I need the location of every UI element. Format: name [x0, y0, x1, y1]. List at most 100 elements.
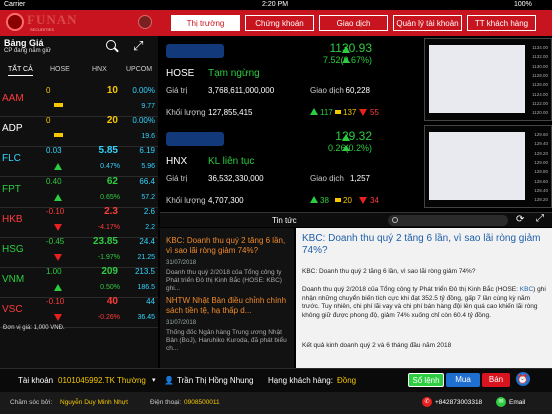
news-detail-lead: KBC: Doanh thu quý 2 tăng 6 lần, vì sao … — [302, 268, 476, 275]
last-price: 2.3 — [104, 205, 118, 217]
tab-account-management[interactable]: Quản lý tài khoản — [393, 15, 462, 31]
exchange-tabs: TẤT CẢ HOSE HNX UPCOM — [0, 60, 158, 80]
price-row[interactable]: VSC -0.10 40 -0.26% 44 36.45 — [0, 293, 158, 329]
status-bar: Carrier 2:20 PM 100% — [0, 0, 552, 10]
news-detail-footer: Kết quả kinh doanh quý 2 và 6 tháng đầu … — [302, 342, 452, 349]
hnx-index-value: 129.32 — [335, 129, 372, 143]
tab-securities[interactable]: Chứng khoán — [245, 15, 314, 31]
search-icon[interactable] — [106, 40, 116, 50]
brand-logo-icon — [6, 13, 24, 31]
tab-trading[interactable]: Giao dịch — [319, 15, 388, 31]
ceiling-price: 24.4 — [139, 237, 155, 246]
hnx-value: 36,532,330,000 — [208, 174, 264, 183]
account-number-select[interactable]: 0101045992.TK Thường — [58, 376, 146, 385]
hnx-intraday-chart[interactable]: 129.60 129.40 129.20 129.00 128.80 128.60 128.… — [424, 125, 552, 208]
chart-tick-label: 1120.00 — [532, 110, 548, 116]
change-percent: 0.47% — [100, 163, 120, 171]
news-ticker-link[interactable]: KBC — [520, 286, 533, 293]
stock-symbol: VSC — [2, 304, 23, 316]
tab-market[interactable]: Thị trường — [171, 15, 240, 31]
change-percent: -1.97% — [97, 254, 120, 261]
tier-value: Đồng — [337, 376, 357, 385]
email-link[interactable]: Email — [509, 399, 525, 406]
tab-all[interactable]: TẤT CẢ — [8, 66, 33, 76]
flat-bar-icon — [335, 110, 341, 114]
hose-status: Tạm ngừng — [208, 68, 260, 79]
hose-up-count: 117 — [320, 108, 333, 117]
hnx-index-button[interactable] — [166, 132, 224, 146]
last-price: 10 — [106, 85, 118, 96]
last-price: 23.85 — [92, 236, 118, 247]
vn-index-button[interactable] — [166, 44, 224, 58]
chart-area — [429, 45, 525, 113]
market-hose: 1130.93 7.52(0.67%) HOSE Tạm ngừng Giá t… — [160, 38, 422, 126]
hnx-down-count: 34 — [370, 196, 379, 205]
search-icon — [392, 217, 398, 223]
last-price: 20 — [106, 115, 118, 127]
chart-tick-label: 1128.00 — [532, 72, 548, 78]
chart-tick-label: 128.20 — [534, 197, 548, 203]
tab-upcom[interactable]: UPCOM — [126, 66, 152, 73]
price-change: -0.10 — [46, 206, 65, 216]
price-change: -0.10 — [46, 297, 65, 307]
hnx-value-label: Giá trị — [166, 174, 188, 183]
floor-price: 186.5 — [137, 284, 155, 292]
brand-subtitle: SECURITIES — [30, 27, 55, 32]
last-price: 209 — [101, 266, 118, 278]
price-change: -0.45 — [46, 237, 65, 246]
chart-tick-label: 129.00 — [534, 159, 548, 165]
stock-symbol: FPT — [2, 183, 21, 195]
price-board-subtitle[interactable]: CP đang nắm giữ — [4, 48, 51, 54]
ceiling-price: 0.00% — [132, 86, 155, 95]
order-book-button[interactable]: Sổ lệnh — [408, 373, 444, 387]
price-change: 0.40 — [46, 176, 62, 186]
chart-tick-label: 1130.00 — [532, 63, 548, 69]
phone-icon[interactable]: ✆ — [422, 397, 432, 407]
alarm-clock-icon[interactable]: ⏰ — [516, 372, 530, 386]
buy-button[interactable]: Mua — [446, 373, 480, 387]
chart-tick-label: 1124.00 — [532, 91, 548, 97]
up-arrow-icon — [310, 108, 318, 115]
up-arrow-icon — [54, 193, 62, 201]
up-arrow-icon — [342, 145, 350, 151]
hose-value-label: Giá trị — [166, 86, 188, 95]
down-arrow-icon — [54, 223, 62, 231]
phone-value[interactable]: 0908500011 — [184, 399, 220, 406]
floor-price: 19.6 — [141, 133, 155, 141]
chart-tick-label: 128.60 — [534, 178, 548, 184]
ceiling-price: 66.4 — [139, 176, 155, 186]
phone-label: Điện thoại: — [150, 399, 182, 406]
floor-price: 9.77 — [141, 103, 155, 110]
hose-trades-label: Giao dịch — [310, 86, 344, 95]
stock-symbol: FLC — [2, 153, 21, 165]
hose-flat-count: 137 — [343, 108, 357, 117]
news-item-date: 31/07/2018 — [166, 320, 197, 326]
price-board-title: Bảng Giá — [4, 38, 44, 48]
sell-button[interactable]: Bán — [482, 373, 510, 387]
news-search-input[interactable] — [388, 215, 508, 226]
tab-hose[interactable]: HOSE — [50, 66, 70, 73]
avatar[interactable] — [138, 15, 152, 29]
email-icon[interactable]: ✉ — [496, 397, 506, 407]
refresh-icon[interactable]: ⟳ — [516, 214, 524, 225]
tab-customer-info[interactable]: TT khách hàng — [467, 15, 536, 31]
tier-label: Hạng khách hàng: — [268, 376, 333, 385]
hose-intraday-chart[interactable]: 1134.00 1132.00 1130.00 1128.00 1126.00 1124.… — [424, 38, 552, 121]
hnx-flat-count: 20 — [343, 196, 352, 205]
up-arrow-icon — [54, 163, 62, 171]
hose-down-count: 55 — [370, 108, 379, 117]
last-price: 40 — [106, 296, 118, 308]
floor-price: 57.2 — [141, 193, 155, 201]
tab-hnx[interactable]: HNX — [92, 66, 107, 73]
change-percent: 0.50% — [100, 284, 120, 292]
price-change: 0.03 — [46, 146, 62, 156]
up-arrow-icon — [342, 134, 350, 141]
down-arrow-icon — [359, 197, 367, 204]
chart-tick-label: 128.40 — [534, 187, 548, 193]
chevron-down-icon[interactable]: ▾ — [152, 376, 156, 384]
expand-icon[interactable]: ⤢ — [133, 38, 143, 54]
news-item-title[interactable]: KBC: Doanh thu quý 2 tăng 6 lần, vì sao … — [166, 236, 292, 256]
expand-icon[interactable]: ⤢ — [536, 213, 544, 224]
hotline[interactable]: +842873003318 — [435, 399, 482, 406]
news-item-title[interactable]: NHTW Nhật Bản điều chỉnh chính sách tiền… — [166, 296, 292, 316]
